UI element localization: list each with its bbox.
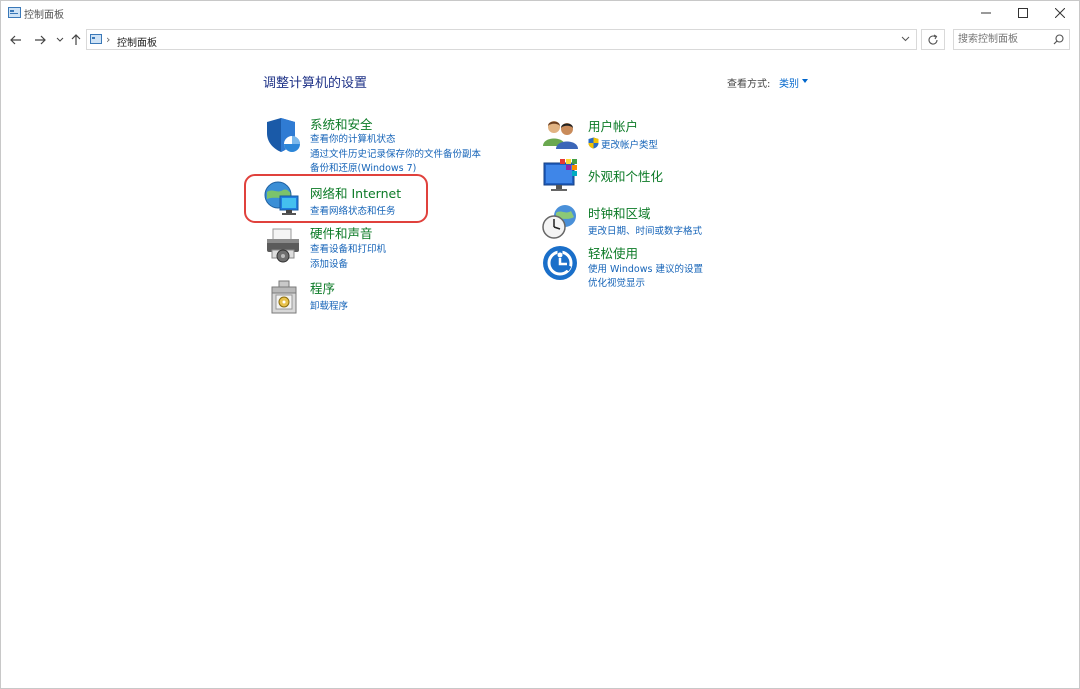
view-by-dropdown[interactable]: 类别	[779, 75, 799, 90]
clock-globe-icon[interactable]	[541, 203, 579, 241]
refresh-icon	[928, 34, 938, 45]
link-change-account-type[interactable]: 更改帐户类型	[601, 137, 658, 151]
programs-box-icon[interactable]	[266, 279, 304, 317]
link-optimize-visual-display[interactable]: 优化视觉显示	[588, 275, 645, 289]
printer-icon[interactable]	[264, 226, 302, 264]
uac-shield-icon	[588, 137, 599, 149]
close-button[interactable]	[1037, 0, 1080, 26]
forward-arrow-icon	[35, 35, 46, 45]
link-uninstall-program[interactable]: 卸载程序	[310, 298, 348, 312]
users-icon[interactable]	[542, 116, 580, 154]
recent-locations-button[interactable]	[55, 31, 65, 49]
link-add-device[interactable]: 添加设备	[310, 256, 348, 270]
search-icon[interactable]	[1053, 34, 1064, 45]
category-title-programs[interactable]: 程序	[310, 278, 335, 297]
back-arrow-icon	[10, 35, 21, 45]
window-title: 控制面板	[24, 10, 64, 21]
control-panel-icon	[90, 34, 102, 44]
chevron-down-icon[interactable]	[901, 34, 910, 43]
link-view-computer-status[interactable]: 查看你的计算机状态	[310, 131, 396, 145]
category-title-clock-region[interactable]: 时钟和区域	[588, 203, 651, 222]
up-arrow-icon	[71, 34, 81, 45]
minimize-icon	[981, 12, 991, 14]
close-icon	[1055, 8, 1065, 18]
forward-button[interactable]	[33, 31, 47, 49]
back-button[interactable]	[9, 31, 23, 49]
link-windows-recommended-settings[interactable]: 使用 Windows 建议的设置	[588, 261, 703, 275]
search-input[interactable]	[958, 32, 1050, 47]
highlight-annotation	[244, 174, 428, 223]
maximize-icon	[1018, 8, 1028, 18]
link-change-date-time[interactable]: 更改日期、时间或数字格式	[588, 223, 702, 237]
dropdown-arrow-icon[interactable]	[802, 79, 808, 83]
ease-of-access-icon[interactable]	[542, 245, 580, 283]
address-bar[interactable]: › 控制面板	[86, 29, 917, 50]
link-backup-restore[interactable]: 备份和还原(Windows 7)	[310, 160, 416, 174]
view-by-label: 查看方式:	[727, 79, 771, 90]
up-button[interactable]	[69, 31, 83, 49]
breadcrumb-item[interactable]: 控制面板	[117, 34, 157, 49]
search-box[interactable]	[953, 29, 1070, 50]
page-title: 调整计算机的设置	[263, 76, 368, 91]
breadcrumb-chevron-icon[interactable]: ›	[106, 33, 110, 46]
link-file-history[interactable]: 通过文件历史记录保存你的文件备份副本	[310, 146, 481, 160]
refresh-button[interactable]	[921, 29, 945, 50]
monitor-palette-icon[interactable]	[542, 157, 580, 195]
category-title-ease-of-access[interactable]: 轻松使用	[588, 243, 638, 262]
title-bar[interactable]: 控制面板	[0, 0, 1080, 26]
category-title-hardware-sound[interactable]: 硬件和声音	[310, 223, 373, 242]
shield-icon[interactable]	[265, 116, 303, 154]
link-devices-printers[interactable]: 查看设备和打印机	[310, 241, 386, 255]
category-title-user-accounts[interactable]: 用户帐户	[588, 116, 638, 135]
window-frame	[0, 0, 1080, 689]
category-title-appearance[interactable]: 外观和个性化	[588, 166, 663, 185]
chevron-down-icon	[56, 37, 64, 42]
control-panel-icon	[8, 7, 21, 18]
